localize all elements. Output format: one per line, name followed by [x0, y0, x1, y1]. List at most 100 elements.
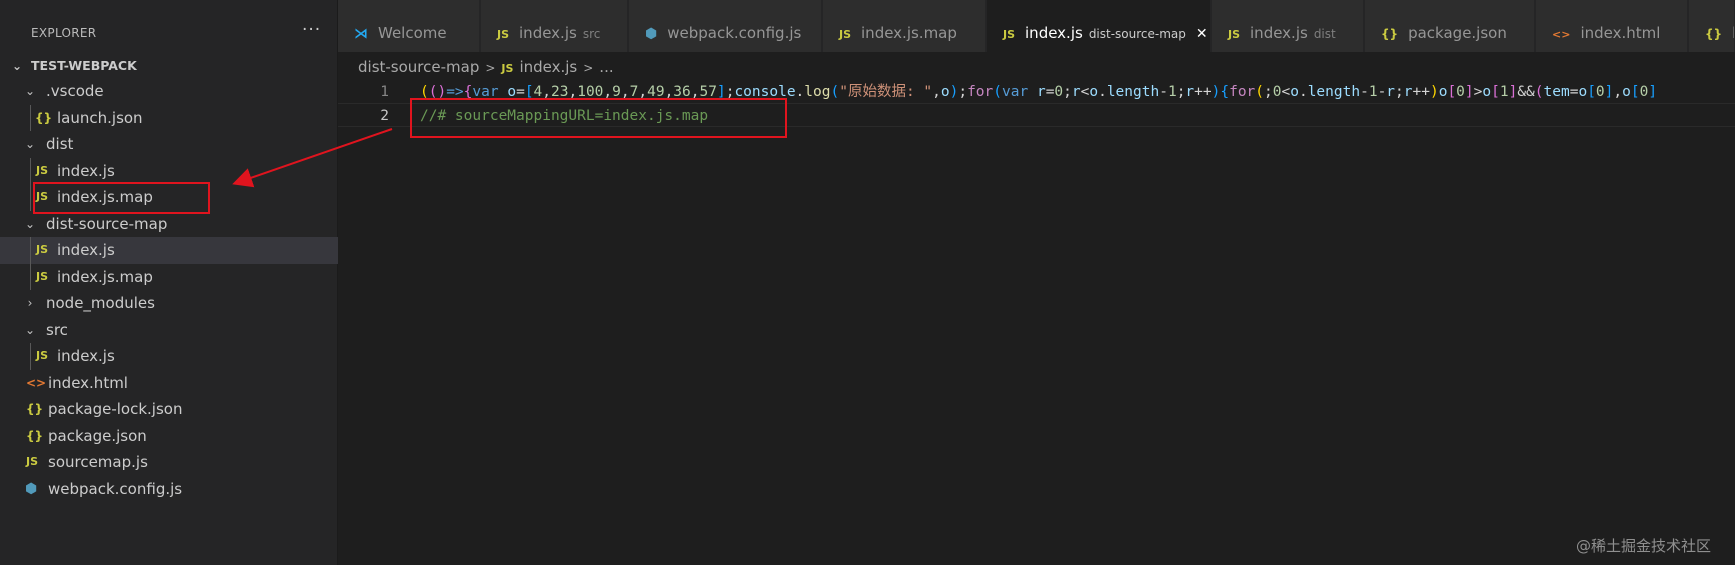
more-actions-icon[interactable]: ··· [302, 20, 321, 40]
breadcrumb-symbols[interactable]: ... [599, 58, 613, 76]
explorer-sidebar: EXPLORER ··· ⌄ TEST-WEBPACK ⌄ .vscode {}… [0, 0, 338, 565]
indent-guide [30, 184, 31, 211]
tree-item-label: node_modules [46, 294, 155, 312]
tab-label: index.html [1580, 24, 1661, 42]
explorer-title: EXPLORER [31, 26, 97, 40]
editor-group: ⋊ Welcome JS index.js src ⬢ webpack.config.j… [338, 0, 1735, 565]
tree-file-src-index-js[interactable]: JS index.js [0, 343, 338, 370]
tree-folder-dist[interactable]: ⌄ dist [0, 131, 338, 158]
code-token: ; [1063, 84, 1072, 100]
code-token: var [1002, 84, 1029, 100]
js-file-icon: JS [501, 62, 514, 75]
code-token: 1 [1368, 84, 1378, 100]
tree-item-label: webpack.config.js [48, 479, 183, 498]
tab-index-js-src[interactable]: JS index.js src [481, 0, 628, 52]
code-token: o [1290, 84, 1299, 100]
indent-guide [30, 104, 31, 131]
code-token: r [1386, 84, 1396, 100]
js-file-icon: JS [839, 28, 852, 41]
js-file-icon: JS [36, 243, 49, 256]
code-token: ( [1534, 84, 1544, 100]
tab-index-js-map[interactable]: JS index.js.map [823, 0, 986, 52]
tab-welcome[interactable]: ⋊ Welcome [338, 0, 480, 52]
js-file-icon: JS [26, 455, 39, 468]
code-token: r [1185, 84, 1195, 100]
tab-index-html[interactable]: <> index.html [1536, 0, 1688, 52]
tree-item-label: launch.json [57, 108, 143, 127]
tree-file-sourcemap-js[interactable]: JS sourcemap.js [0, 449, 338, 476]
code-token: for [967, 84, 994, 100]
tree-folder-src[interactable]: ⌄ src [0, 317, 338, 344]
js-file-icon: JS [36, 163, 49, 177]
code-token: ] [1508, 84, 1518, 100]
chevron-down-icon: ⌄ [24, 322, 36, 337]
tree-file-package-lock-json[interactable]: {} package-lock.json [0, 396, 338, 423]
tab-label: index.js [1250, 24, 1308, 42]
tab-index-js-dist-source-map[interactable]: JS index.js dist-source-map ✕ [987, 0, 1211, 52]
tab-label: index.js.map [861, 24, 957, 42]
tree-file-package-json[interactable]: {} package.json [0, 423, 338, 450]
html-file-icon: <> [26, 375, 47, 390]
tree-file-webpack-config-js[interactable]: ⬢ webpack.config.js [0, 476, 338, 503]
code-token: ++ [1412, 84, 1430, 100]
code-token: . [1298, 84, 1308, 100]
tree-file-dist-index-js[interactable]: JS index.js [0, 157, 338, 184]
code-token: 0 [1595, 84, 1605, 100]
chevron-right-icon: > [583, 61, 594, 75]
code-token: o [1482, 84, 1492, 100]
code-token: - [1377, 84, 1387, 100]
code-token: 0 [1272, 84, 1282, 100]
code-token: o [1089, 84, 1099, 100]
js-file-icon: JS [36, 269, 49, 283]
tree-folder-node-modules[interactable]: › node_modules [0, 290, 338, 317]
code-token: [ [1491, 84, 1500, 100]
code-token: o [940, 84, 950, 100]
code-token: ++ [1194, 84, 1212, 100]
tab-webpack-config-js[interactable]: ⬢ webpack.config.js [629, 0, 822, 52]
tree-folder-vscode[interactable]: ⌄ .vscode [0, 78, 338, 105]
code-token: ] [1648, 84, 1658, 100]
code-token: - [1360, 84, 1369, 100]
chevron-right-icon: › [27, 296, 33, 310]
tree-item-label: dist [46, 135, 74, 153]
close-icon[interactable]: ✕ [1196, 26, 1208, 42]
code-token: "原始数据: " [839, 84, 933, 100]
js-file-icon: JS [1228, 28, 1241, 41]
json-file-icon: {} [1381, 27, 1399, 41]
code-token: r [1036, 84, 1046, 100]
tab-index-js-dist[interactable]: JS index.js dist [1212, 0, 1364, 52]
breadcrumb-folder[interactable]: dist-source-map [358, 58, 479, 76]
tree-file-dsm-index-js[interactable]: JS index.js [0, 237, 338, 264]
tab-label: webpack.config.js [667, 24, 802, 42]
tab-label: index.js [1025, 24, 1083, 42]
code-token: - [1159, 84, 1168, 100]
breadcrumb: dist-source-map > JS index.js >... [358, 56, 614, 78]
breadcrumb-file[interactable]: index.js [519, 58, 577, 76]
code-token: r [1403, 84, 1413, 100]
chevron-down-icon: ⌄ [11, 59, 23, 73]
tree-folder-dist-source-map[interactable]: ⌄ dist-source-map [0, 211, 338, 238]
code-token: r [1071, 84, 1081, 100]
code-token: o [1578, 84, 1588, 100]
chevron-down-icon: ⌄ [24, 137, 36, 151]
tab-description: dist [1313, 27, 1336, 41]
json-file-icon: {} [26, 402, 44, 416]
tree-file-launch-json[interactable]: {} launch.json [0, 104, 338, 131]
tree-item-label: index.js.map [57, 267, 153, 286]
json-file-icon: {} [35, 110, 53, 125]
tree-root-folder[interactable]: ⌄ TEST-WEBPACK [0, 54, 338, 78]
code-token: ; [958, 84, 968, 100]
tree-file-dsm-index-js-map[interactable]: JS index.js.map [0, 263, 338, 290]
js-file-icon: JS [1003, 28, 1016, 41]
tab-launch-json[interactable]: {}lau [1689, 0, 1735, 52]
tree-file-index-html[interactable]: <> index.html [0, 370, 338, 397]
code-token: ( [1255, 84, 1265, 100]
code-editor[interactable]: 1 (()=>{var o=[4,23,100,9,7,49,36,57];co… [338, 78, 1735, 565]
tab-package-json[interactable]: {} package.json [1365, 0, 1535, 52]
code-token: . [795, 84, 805, 100]
tab-label: package.json [1408, 24, 1507, 42]
code-token: length [1307, 84, 1361, 100]
code-token: ( [830, 84, 840, 100]
code-token: 0 [1054, 84, 1064, 100]
